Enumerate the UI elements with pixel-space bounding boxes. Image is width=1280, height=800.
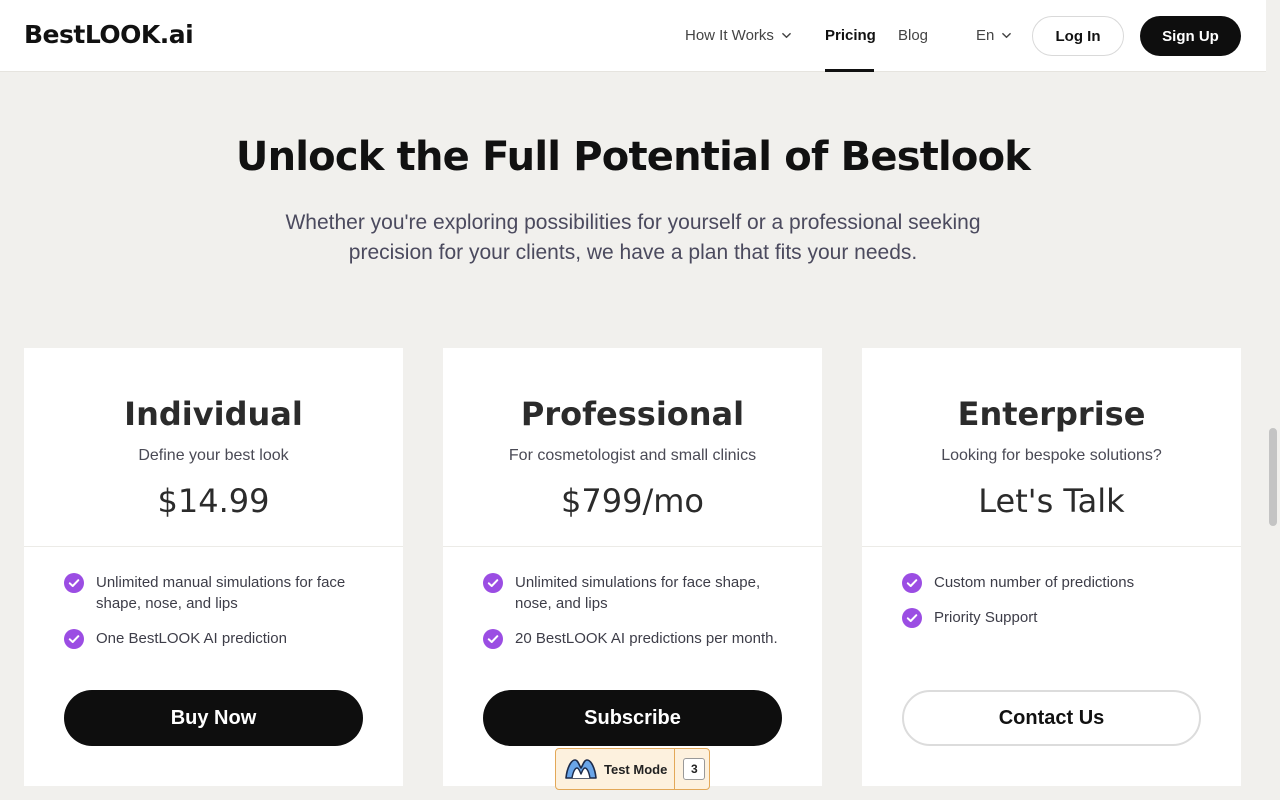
site-header: BestLOOK.ai How It Works Pricing Blog En… <box>0 0 1266 72</box>
plan-name: Enterprise <box>957 395 1146 433</box>
plan-price: Let's Talk <box>978 482 1125 520</box>
nav-pricing[interactable]: Pricing <box>825 27 876 44</box>
plan-price: $799/mo <box>561 482 704 520</box>
plan-name: Professional <box>520 395 745 433</box>
feature-item: One BestLOOK AI prediction <box>64 628 364 649</box>
logo[interactable]: BestLOOK.ai <box>24 20 194 49</box>
nav-blog[interactable]: Blog <box>898 27 928 44</box>
nav-how-it-works-label: How It Works <box>685 27 774 44</box>
nav-active-indicator <box>825 69 874 72</box>
feature-text: 20 BestLOOK AI predictions per month. <box>515 630 778 647</box>
feature-item: Custom number of predictions <box>902 572 1202 593</box>
nav-blog-label: Blog <box>898 27 929 44</box>
chevron-down-icon <box>1002 32 1012 39</box>
language-label: En <box>976 27 995 44</box>
feature-list: Unlimited manual simulations for face sh… <box>64 572 364 663</box>
page-title: Unlock the Full Potential of Bestlook <box>235 134 1031 180</box>
language-selector[interactable]: En <box>976 27 1012 44</box>
page-subtitle: Whether you're exploring possibilities f… <box>285 211 981 264</box>
feature-item: Unlimited manual simulations for face sh… <box>64 572 364 614</box>
plan-card-individual: Individual Define your best look $14.99 … <box>24 348 403 786</box>
feature-list: Unlimited simulations for face shape, no… <box>483 572 783 663</box>
feature-text: Custom number of predictions <box>934 574 1135 591</box>
feature-item: Priority Support <box>902 607 1202 628</box>
test-mode-label: Test Mode <box>604 761 668 777</box>
feature-text: Priority Support <box>934 609 1038 626</box>
scrollbar-thumb[interactable] <box>1269 428 1277 526</box>
chevron-down-icon <box>782 32 791 39</box>
plan-tagline: Looking for bespoke solutions? <box>941 447 1162 464</box>
plan-card-enterprise: Enterprise Looking for bespoke solutions… <box>862 348 1241 786</box>
check-circle-icon <box>64 629 84 649</box>
feature-text: Unlimited simulations for face shape, no… <box>515 574 761 612</box>
plan-card-professional: Professional For cosmetologist and small… <box>443 348 822 786</box>
nav-how-it-works[interactable]: How It Works <box>685 27 791 44</box>
card-divider <box>443 546 822 547</box>
test-mode-badge[interactable]: Test Mode 3 <box>555 748 710 790</box>
check-circle-icon <box>902 573 922 593</box>
test-mode-count: 3 <box>683 758 706 780</box>
feature-item: Unlimited simulations for face shape, no… <box>483 572 783 614</box>
divider <box>674 749 676 789</box>
feature-text: Unlimited manual simulations for face sh… <box>96 574 346 612</box>
plan-name: Individual <box>124 395 303 433</box>
check-circle-icon <box>483 573 503 593</box>
contact-us-button[interactable]: Contact Us <box>902 690 1201 746</box>
plan-tagline: For cosmetologist and small clinics <box>508 447 757 464</box>
card-divider <box>862 546 1241 547</box>
login-button[interactable]: Log In <box>1032 16 1124 56</box>
feature-text: One BestLOOK AI prediction <box>96 630 287 647</box>
feature-item: 20 BestLOOK AI predictions per month. <box>483 628 783 649</box>
check-circle-icon <box>902 608 922 628</box>
buy-now-button[interactable]: Buy Now <box>64 690 363 746</box>
feature-list: Custom number of predictions Priority Su… <box>902 572 1202 642</box>
subscribe-button[interactable]: Subscribe <box>483 690 782 746</box>
nav-pricing-label: Pricing <box>825 27 876 44</box>
plan-tagline: Define your best look <box>138 447 289 464</box>
signup-button[interactable]: Sign Up <box>1140 16 1241 56</box>
page-scrollbar[interactable] <box>1266 0 1280 800</box>
mountain-logo-icon <box>565 759 597 779</box>
plan-price: $14.99 <box>157 482 270 520</box>
check-circle-icon <box>64 573 84 593</box>
card-divider <box>24 546 403 547</box>
check-circle-icon <box>483 629 503 649</box>
